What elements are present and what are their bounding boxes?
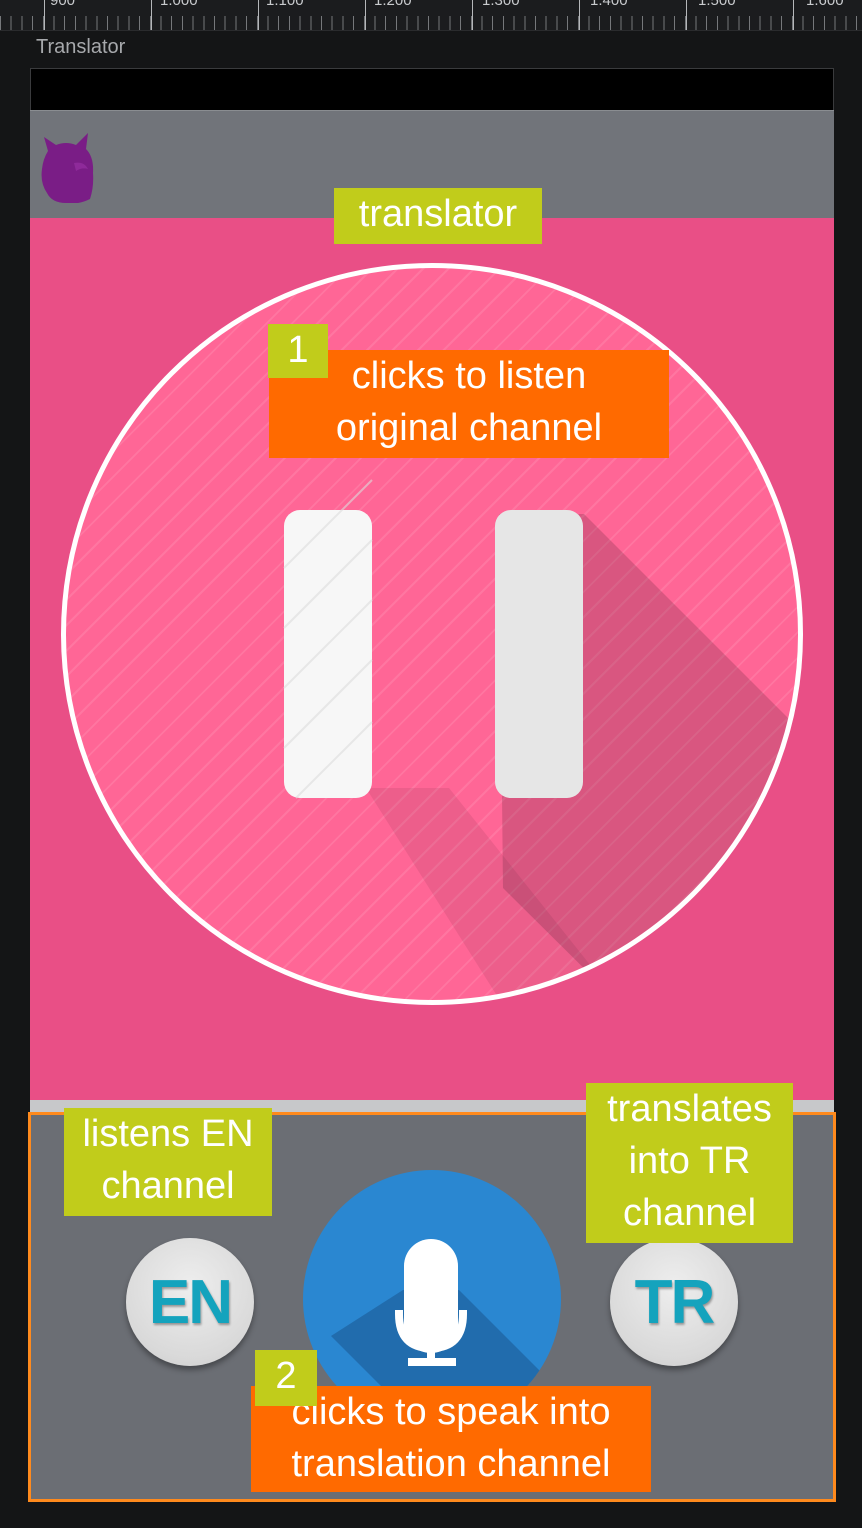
step1-line1: clicks to listen: [351, 355, 587, 397]
translates-annotation: translates into TR channel: [586, 1083, 793, 1243]
ruler-label: 1.500: [698, 0, 736, 9]
step1-line2: original channel: [335, 407, 603, 449]
cat-icon[interactable]: [38, 123, 96, 203]
step1-annotation: clicks to listen original channel: [269, 350, 669, 458]
translates-line2: into TR: [628, 1140, 751, 1182]
ruler-label: 1.300: [482, 0, 520, 9]
target-language-label: TR: [634, 1267, 716, 1337]
target-language-button[interactable]: TR: [610, 1238, 738, 1366]
window-title: Translator: [36, 36, 126, 58]
ruler-label: 1.100: [266, 0, 304, 9]
ruler-label: 1.000: [160, 0, 198, 9]
translates-line1: translates: [607, 1088, 772, 1130]
ruler-label: 1.600: [806, 0, 844, 9]
ruler-label: 1.400: [590, 0, 628, 9]
step2-line2: translation channel: [291, 1443, 611, 1485]
listens-line2: channel: [101, 1165, 235, 1207]
step2-number: 2: [255, 1350, 317, 1406]
top-ruler: 900 1.000 1.100 1.200 1.300 1.400 1.500 …: [0, 0, 862, 31]
translator-title-label: translator: [334, 188, 542, 244]
ruler-label: 900: [50, 0, 76, 9]
translates-line3: channel: [622, 1192, 757, 1234]
source-language-button[interactable]: EN: [126, 1238, 254, 1366]
ruler-label: 1.200: [374, 0, 412, 9]
source-language-label: EN: [148, 1267, 233, 1337]
step1-number: 1: [268, 324, 328, 378]
listens-annotation: listens EN channel: [64, 1108, 272, 1216]
listens-line1: listens EN: [82, 1113, 254, 1155]
